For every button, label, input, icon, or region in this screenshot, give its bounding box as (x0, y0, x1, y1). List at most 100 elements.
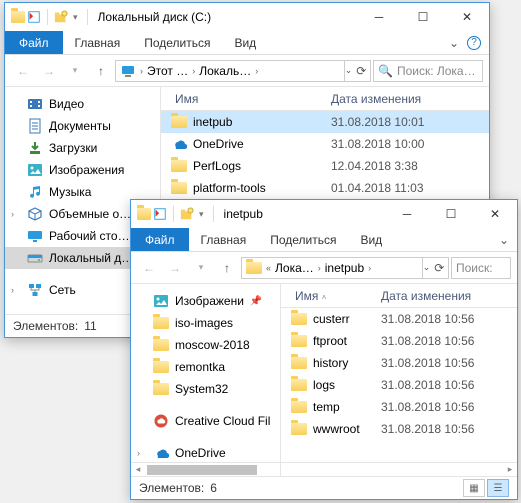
history-dropdown-icon[interactable]: ⌄ (345, 65, 353, 76)
file-name: logs (313, 378, 335, 392)
minimize-button[interactable]: ─ (357, 3, 401, 31)
chevron-right-icon[interactable]: › (253, 66, 260, 76)
ribbon: Файл Главная Поделиться Вид ⌄ ? (5, 31, 489, 55)
forward-button[interactable]: → (37, 59, 61, 83)
file-name: ftproot (313, 334, 347, 348)
file-row[interactable]: inetpub31.08.2018 10:01 (161, 111, 489, 133)
file-date: 31.08.2018 10:56 (381, 400, 474, 414)
tab-share[interactable]: Поделиться (132, 31, 222, 54)
nav-item[interactable]: Изображени 📌 (131, 290, 280, 312)
nav-item[interactable]: Видео (5, 93, 160, 115)
chevron-right-icon[interactable]: › (316, 263, 323, 273)
folder-icon (153, 315, 169, 331)
col-date[interactable]: Дата изменения (331, 92, 421, 106)
column-header[interactable]: Имя Дата изменения (161, 87, 489, 111)
col-name[interactable]: Имя ˄ (281, 289, 381, 303)
nav-item-label: Документы (49, 119, 111, 133)
minimize-button[interactable]: ─ (385, 200, 429, 228)
chevron-right-icon[interactable]: › (190, 66, 197, 76)
chevron-right-icon[interactable]: › (138, 66, 145, 76)
recent-locations-button[interactable]: ▾ (63, 59, 87, 83)
properties-icon[interactable] (27, 10, 41, 24)
folder-icon (291, 333, 307, 349)
close-button[interactable]: ✕ (473, 200, 517, 228)
chevron-down-icon[interactable]: ▾ (196, 209, 207, 220)
search-input[interactable]: Поиск: (451, 257, 511, 279)
breadcrumb[interactable]: Лока… (275, 261, 314, 275)
refresh-icon[interactable]: ⟳ (434, 261, 444, 275)
status-count: 6 (210, 481, 217, 495)
nav-item-label: iso-images (175, 316, 233, 330)
view-thumbnails-button[interactable]: ▦ (463, 479, 485, 497)
tab-home[interactable]: Главная (189, 228, 259, 251)
file-row[interactable]: custerr31.08.2018 10:56 (281, 308, 517, 330)
chevron-down-icon[interactable]: ▾ (70, 12, 81, 23)
file-row[interactable]: temp31.08.2018 10:56 (281, 396, 517, 418)
nav-item-label: Creative Cloud Fil (175, 414, 270, 428)
tab-share[interactable]: Поделиться (258, 228, 348, 251)
nav-item[interactable]: Creative Cloud Fil (131, 410, 280, 432)
nav-item[interactable]: moscow-2018 (131, 334, 280, 356)
maximize-button[interactable]: ☐ (401, 3, 445, 31)
address-bar[interactable]: › Этот … › Локаль… › ⌄⟳ (115, 60, 371, 82)
history-dropdown-icon[interactable]: ⌄ (423, 262, 431, 273)
view-details-button[interactable]: ☰ (487, 479, 509, 497)
refresh-icon[interactable]: ⟳ (356, 64, 366, 78)
file-tab[interactable]: Файл (5, 31, 63, 54)
new-folder-icon[interactable] (180, 207, 194, 221)
expand-icon[interactable]: › (11, 285, 21, 295)
forward-button[interactable]: → (163, 256, 187, 280)
properties-icon[interactable] (153, 207, 167, 221)
file-row[interactable]: PerfLogs12.04.2018 3:38 (161, 155, 489, 177)
new-folder-icon[interactable] (54, 10, 68, 24)
breadcrumb[interactable]: Локаль… (199, 64, 251, 78)
file-row[interactable]: OneDrive31.08.2018 10:00 (161, 133, 489, 155)
chevron-right-icon[interactable]: › (366, 263, 373, 273)
tab-view[interactable]: Вид (348, 228, 394, 251)
col-date[interactable]: Дата изменения (381, 289, 471, 303)
ribbon-expand-icon[interactable]: ⌄ (449, 36, 459, 50)
scrollbar-horizontal[interactable]: ◂ ▸ (131, 462, 517, 476)
scroll-right-icon[interactable]: ▸ (503, 464, 517, 475)
file-row[interactable]: ftproot31.08.2018 10:56 (281, 330, 517, 352)
tab-home[interactable]: Главная (63, 31, 133, 54)
breadcrumb[interactable]: Этот … (147, 64, 188, 78)
address-bar[interactable]: « Лока… › inetpub › ⌄⟳ (241, 257, 449, 279)
up-button[interactable]: ↑ (89, 59, 113, 83)
col-name[interactable]: Имя (161, 92, 331, 106)
breadcrumb[interactable]: inetpub (325, 261, 364, 275)
help-icon[interactable]: ? (467, 36, 481, 50)
file-tab[interactable]: Файл (131, 228, 189, 251)
status-count: 11 (84, 319, 96, 333)
ribbon-expand-icon[interactable]: ⌄ (499, 233, 509, 247)
back-button[interactable]: ← (11, 59, 35, 83)
file-date: 12.04.2018 3:38 (331, 159, 418, 173)
nav-item[interactable]: Загрузки (5, 137, 160, 159)
file-row[interactable]: wwwroot31.08.2018 10:56 (281, 418, 517, 440)
expand-icon[interactable]: › (137, 448, 147, 458)
tab-view[interactable]: Вид (222, 31, 268, 54)
image-icon (27, 162, 43, 178)
file-row[interactable]: history31.08.2018 10:56 (281, 352, 517, 374)
file-row[interactable]: logs31.08.2018 10:56 (281, 374, 517, 396)
onedrive-icon (171, 136, 187, 152)
file-date: 31.08.2018 10:00 (331, 137, 424, 151)
recent-locations-button[interactable]: ▾ (189, 256, 213, 280)
scroll-left-icon[interactable]: ◂ (131, 464, 145, 475)
nav-item[interactable]: Изображения (5, 159, 160, 181)
back-button[interactable]: ← (137, 256, 161, 280)
chevron-left-icon[interactable]: « (264, 263, 273, 273)
nav-item[interactable]: Документы (5, 115, 160, 137)
file-row[interactable]: platform-tools01.04.2018 11:03 (161, 177, 489, 199)
nav-item[interactable]: remontka (131, 356, 280, 378)
maximize-button[interactable]: ☐ (429, 200, 473, 228)
navbar: ← → ▾ ↑ « Лока… › inetpub › ⌄⟳ Поиск: (131, 252, 517, 284)
column-header[interactable]: Имя ˄ Дата изменения (281, 284, 517, 308)
nav-item[interactable]: ›OneDrive (131, 442, 280, 464)
search-input[interactable]: 🔍 Поиск: Лока… (373, 60, 483, 82)
nav-item[interactable]: iso-images (131, 312, 280, 334)
nav-item[interactable]: System32 (131, 378, 280, 400)
close-button[interactable]: ✕ (445, 3, 489, 31)
expand-icon[interactable]: › (11, 209, 21, 219)
up-button[interactable]: ↑ (215, 256, 239, 280)
